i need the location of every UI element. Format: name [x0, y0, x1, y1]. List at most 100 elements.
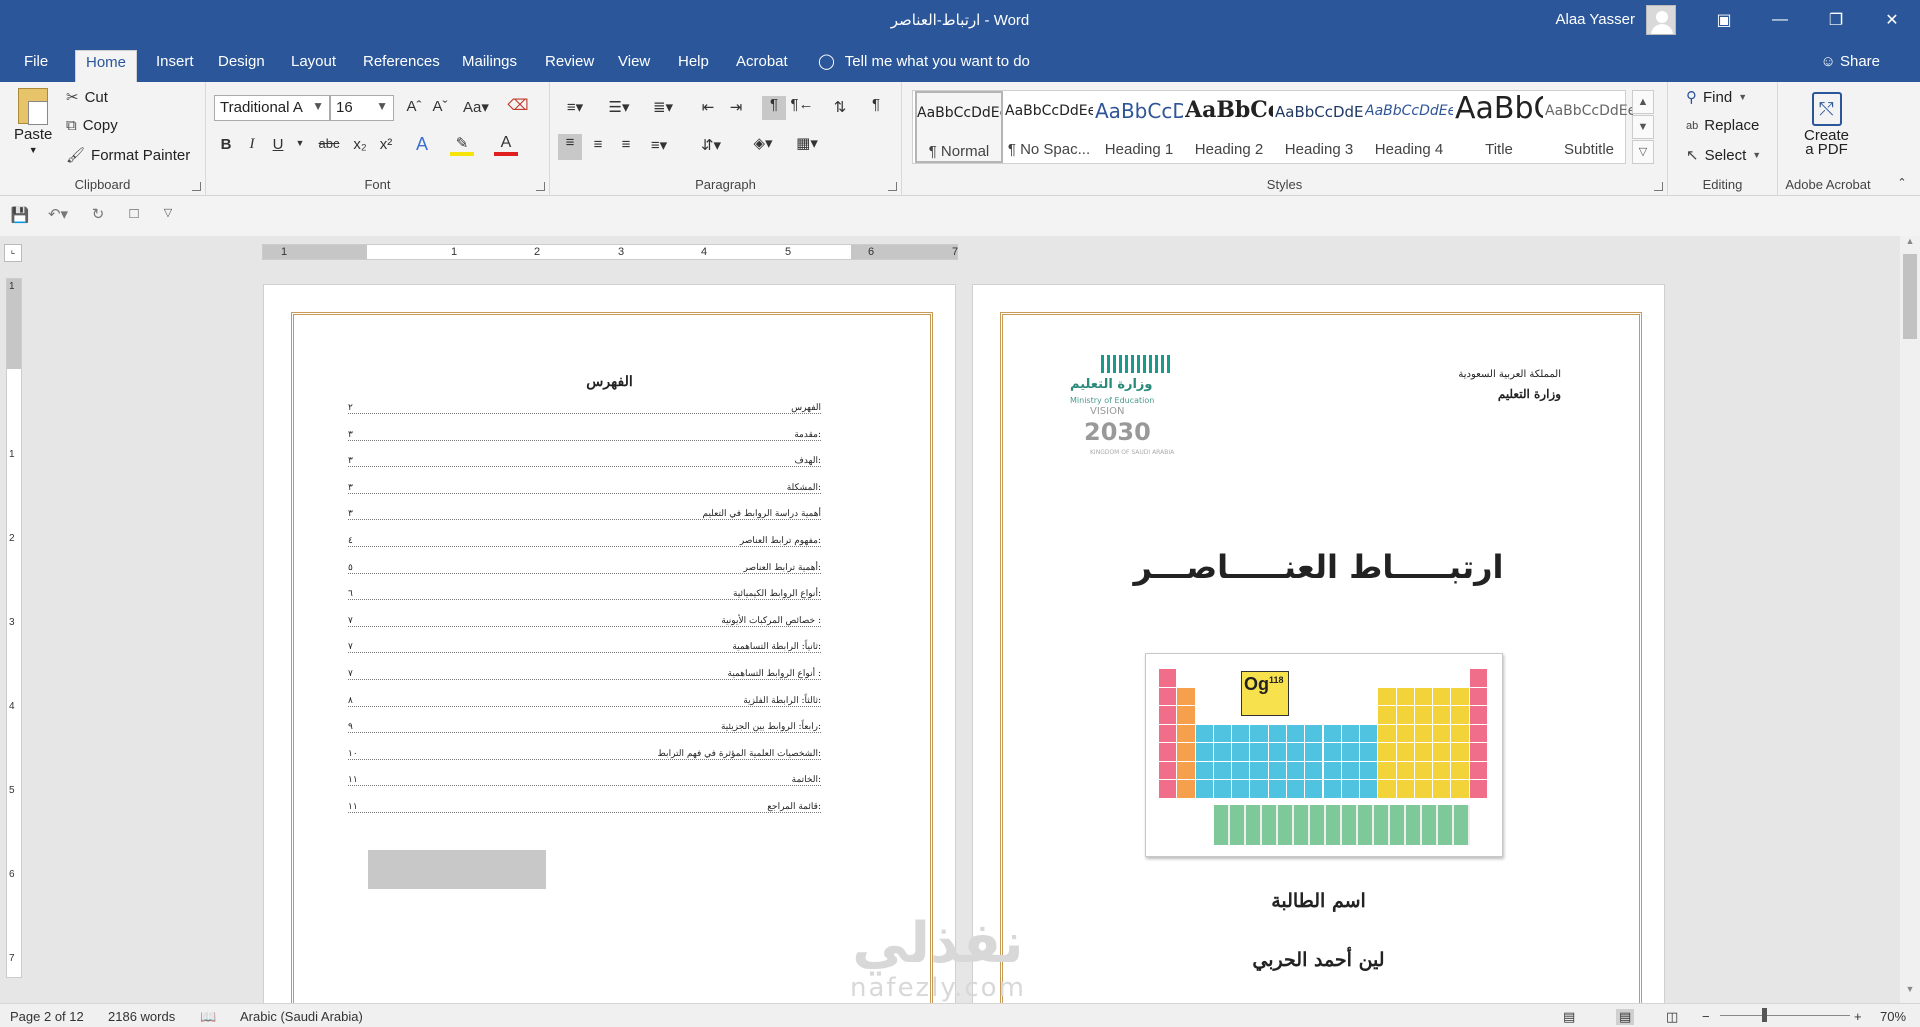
copy-button[interactable]: ⧉ Copy: [66, 117, 118, 134]
toc-entry[interactable]: قائمة المراجع: ١١: [348, 796, 821, 813]
zoom-slider[interactable]: [1720, 1015, 1850, 1016]
close-button[interactable]: ✕: [1864, 0, 1920, 40]
zoom-slider-thumb[interactable]: [1762, 1008, 1767, 1022]
user-avatar-icon[interactable]: [1646, 5, 1676, 35]
redo-icon[interactable]: ↻: [86, 205, 110, 223]
rtl-direction-icon[interactable]: ¶←: [790, 96, 814, 113]
toc-entry[interactable]: أهمية دراسة الروابط في التعليم ٣: [348, 503, 821, 521]
strikethrough-icon[interactable]: abc: [314, 136, 344, 151]
tab-acrobat[interactable]: Acrobat: [726, 50, 798, 82]
periodic-table-image[interactable]: Og118: [1145, 653, 1503, 857]
paragraph-launcher-icon[interactable]: [888, 182, 897, 191]
language-indicator[interactable]: Arabic (Saudi Arabia): [240, 1009, 363, 1024]
style-heading-3[interactable]: AaBbCcDdEe Heading 3: [1275, 91, 1363, 163]
font-launcher-icon[interactable]: [536, 182, 545, 191]
print-layout-icon[interactable]: ▤: [1616, 1009, 1635, 1025]
toc-entry[interactable]: ثانياً: الرابطة التساهمية: ٧: [348, 636, 821, 654]
style-heading-2[interactable]: AaBbCcDdEe Heading 2: [1185, 91, 1273, 163]
toc-entry[interactable]: الشخصيات العلمية المؤثرة في فهم الترابط:…: [348, 743, 821, 760]
styles-scroll-down-icon[interactable]: ▼: [1632, 115, 1654, 139]
page-count[interactable]: Page 2 of 12: [10, 1009, 84, 1024]
zoom-in-icon[interactable]: +: [1854, 1009, 1862, 1024]
vertical-ruler[interactable]: 1 1 2 3 4 5 6 7: [6, 278, 22, 978]
format-painter-button[interactable]: 🖌 Format Painter: [66, 146, 190, 165]
select-button[interactable]: ↖ Select ▼: [1686, 146, 1761, 165]
styles-more-icon[interactable]: ▽: [1632, 140, 1654, 164]
tab-design[interactable]: Design: [208, 50, 275, 82]
scroll-thumb[interactable]: [1903, 254, 1917, 339]
tab-selector-icon[interactable]: ⌞: [4, 244, 22, 262]
toc-entry[interactable]: الخاتمة: ١١: [348, 769, 821, 787]
grow-font-icon[interactable]: Aˆ: [402, 98, 426, 115]
show-marks-icon[interactable]: ¶: [864, 96, 888, 113]
change-case-icon[interactable]: Aa▾: [460, 98, 492, 116]
align-right-icon[interactable]: ≡: [614, 136, 638, 153]
undo-icon[interactable]: ↶▾: [42, 205, 74, 223]
horizontal-ruler[interactable]: 1 1 2 3 4 5 6 7: [262, 244, 958, 260]
paste-button[interactable]: Paste ▼: [14, 88, 52, 155]
underline-icon[interactable]: U: [266, 136, 290, 153]
sort-icon[interactable]: ⇅: [828, 98, 852, 116]
page-cover[interactable]: وزارة التعليم Ministry of Education VISI…: [972, 284, 1665, 1004]
font-size-combo[interactable]: 16 ▼: [330, 95, 394, 121]
word-count[interactable]: 2186 words: [108, 1009, 175, 1024]
shading-icon[interactable]: ◈▾: [746, 134, 780, 152]
borders-icon[interactable]: ▦▾: [790, 134, 824, 152]
web-layout-icon[interactable]: ◫: [1666, 1009, 1678, 1025]
highlight-icon[interactable]: ✎: [450, 134, 474, 156]
ribbon-display-options-icon[interactable]: ▣: [1696, 0, 1752, 40]
tell-me-search[interactable]: ◯ Tell me what you want to do: [818, 50, 1030, 74]
decrease-indent-icon[interactable]: ⇤: [696, 98, 720, 116]
replace-button[interactable]: ab Replace: [1686, 117, 1759, 134]
chevron-down-icon[interactable]: ▼: [288, 138, 312, 148]
align-center-icon[interactable]: ≡: [586, 136, 610, 153]
tab-mailings[interactable]: Mailings: [452, 50, 527, 82]
toc-entry[interactable]: خصائص المركبات الأيونية : ٧: [348, 610, 821, 627]
save-icon[interactable]: 💾: [8, 206, 32, 224]
font-color-icon[interactable]: A: [494, 134, 518, 156]
toc-entry[interactable]: الفهرس ٢: [348, 397, 821, 414]
style-normal[interactable]: AaBbCcDdEe ¶ Normal: [915, 91, 1003, 163]
tab-layout[interactable]: Layout: [281, 50, 346, 82]
tab-help[interactable]: Help: [668, 50, 719, 82]
bullets-icon[interactable]: ≡▾: [558, 98, 592, 116]
tab-home[interactable]: Home: [75, 50, 138, 82]
toc-entry[interactable]: رابعاً: الروابط بين الجزيئية: ٩: [348, 716, 821, 734]
subscript-icon[interactable]: x₂: [348, 136, 372, 153]
ltr-direction-icon[interactable]: ¶: [762, 96, 786, 120]
shrink-font-icon[interactable]: Aˇ: [428, 98, 452, 115]
toc-entry[interactable]: مقدمة: ٣: [348, 424, 821, 441]
restore-button[interactable]: ❐: [1808, 0, 1864, 40]
clear-formatting-icon[interactable]: ⌫: [506, 96, 530, 114]
scroll-up-icon[interactable]: ▲: [1902, 236, 1918, 246]
create-pdf-button[interactable]: ⤲ Create a PDF: [1804, 92, 1849, 158]
customize-qat-icon[interactable]: ▽: [156, 206, 180, 219]
toc-entry[interactable]: أهمية ترابط العناصر: ٥: [348, 557, 821, 574]
cut-button[interactable]: ✂ Cut: [66, 88, 108, 107]
find-button[interactable]: ⚲ Find ▼: [1686, 88, 1747, 107]
toc-entry[interactable]: ثالثاً: الرابطة الفلزية: ٨: [348, 690, 821, 707]
proofing-icon[interactable]: 📖: [200, 1009, 216, 1025]
minimize-button[interactable]: —: [1752, 0, 1808, 40]
new-document-icon[interactable]: □: [122, 205, 146, 222]
style-title[interactable]: AaBbCcDdEe Title: [1455, 91, 1543, 163]
text-effects-icon[interactable]: A: [410, 134, 434, 155]
bold-icon[interactable]: B: [214, 136, 238, 153]
toc-entry[interactable]: المشكلة: ٣: [348, 477, 821, 494]
tab-references[interactable]: References: [353, 50, 450, 82]
numbering-icon[interactable]: ☰▾: [602, 98, 636, 116]
collapse-ribbon-icon[interactable]: ⌃: [1890, 176, 1914, 189]
scroll-down-icon[interactable]: ▼: [1902, 984, 1918, 994]
line-spacing-icon[interactable]: ⇵▾: [694, 136, 728, 154]
clipboard-launcher-icon[interactable]: [192, 182, 201, 191]
vertical-scrollbar[interactable]: ▲ ▼: [1900, 236, 1920, 1003]
style-heading-1[interactable]: AaBbCcDdE Heading 1: [1095, 91, 1183, 163]
tab-review[interactable]: Review: [535, 50, 604, 82]
toc-entry[interactable]: مفهوم ترابط العناصر: ٤: [348, 530, 821, 547]
italic-icon[interactable]: I: [240, 136, 264, 153]
tab-view[interactable]: View: [608, 50, 660, 82]
justify-icon[interactable]: ≡▾: [642, 136, 676, 154]
style-subtitle[interactable]: AaBbCcDdEe Subtitle: [1545, 91, 1633, 163]
zoom-out-icon[interactable]: −: [1702, 1009, 1710, 1024]
multilevel-list-icon[interactable]: ≣▾: [646, 98, 680, 116]
